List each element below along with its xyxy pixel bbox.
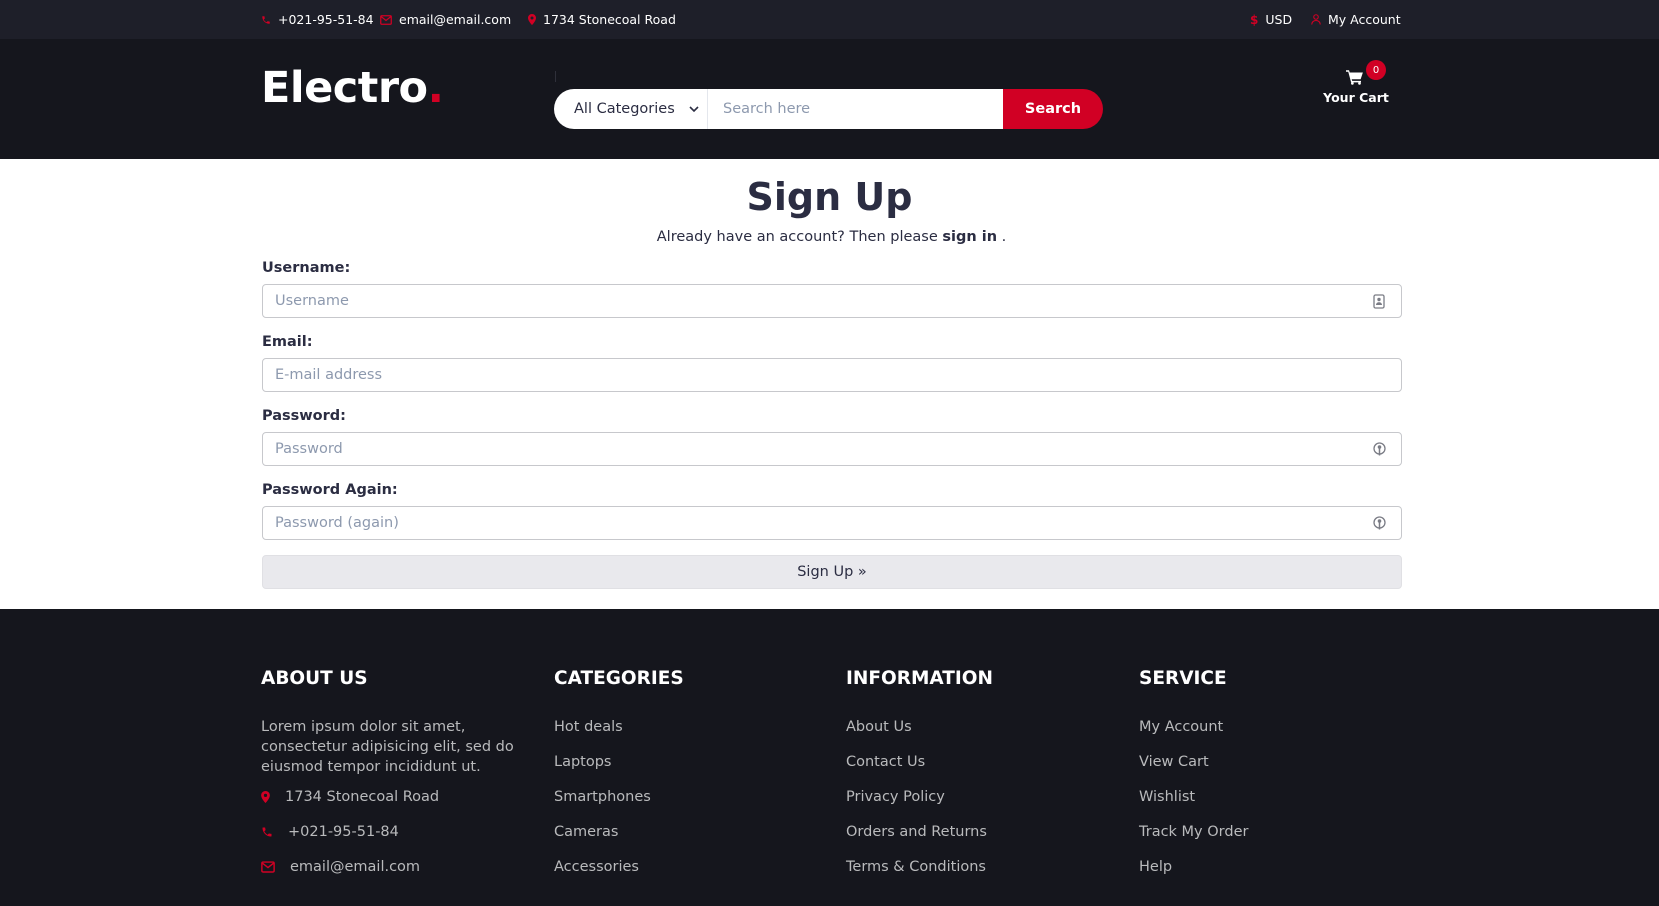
topbar-email[interactable]: email@email.com [380, 0, 511, 39]
footer-link-cameras[interactable]: Cameras [554, 824, 618, 840]
sign-in-link[interactable]: sign in [942, 229, 997, 245]
username-label: Username: [262, 260, 351, 276]
password-field[interactable]: Password [262, 432, 1402, 466]
email-placeholder: E-mail address [275, 367, 383, 383]
map-marker-icon [261, 791, 270, 803]
cart-button[interactable]: 0 Your Cart [1320, 60, 1392, 110]
footer-link-contact-us[interactable]: Contact Us [846, 754, 925, 770]
phone-icon [261, 15, 271, 25]
logo[interactable]: Electro. [261, 62, 444, 114]
category-select[interactable]: All Categories [554, 89, 708, 129]
footer-phone-text: +021-95-51-84 [288, 824, 399, 840]
search-input[interactable]: Search here [708, 89, 1003, 129]
user-icon [1311, 14, 1321, 25]
password-placeholder: Password [275, 441, 343, 457]
footer-link-orders-returns[interactable]: Orders and Returns [846, 824, 987, 840]
footer-link-wishlist[interactable]: Wishlist [1139, 789, 1195, 805]
footer-link-terms[interactable]: Terms & Conditions [846, 859, 986, 875]
signin-prompt-text: Already have an account? Then please [656, 229, 938, 245]
search-form: All Categories Search here Search [554, 89, 1103, 129]
key-icon [1371, 441, 1387, 457]
password-again-placeholder: Password (again) [275, 515, 399, 531]
footer-information-heading: INFORMATION [846, 668, 993, 689]
footer-link-smartphones[interactable]: Smartphones [554, 789, 651, 805]
text-cursor-mark [555, 71, 556, 82]
sign-up-button[interactable]: Sign Up » [262, 555, 1402, 589]
footer-link-laptops[interactable]: Laptops [554, 754, 611, 770]
cart-label: Your Cart [1323, 90, 1389, 105]
footer-link-help[interactable]: Help [1139, 859, 1172, 875]
footer-service-heading: SERVICE [1139, 668, 1227, 689]
currency-label: USD [1265, 12, 1293, 27]
topbar-email-text: email@email.com [399, 12, 512, 27]
key-icon [1371, 515, 1387, 531]
chevron-down-icon [689, 101, 699, 117]
footer-link-privacy-policy[interactable]: Privacy Policy [846, 789, 945, 805]
username-input[interactable]: Username [262, 284, 1402, 318]
topbar-address-text: 1734 Stonecoal Road [543, 12, 676, 27]
footer-link-accessories[interactable]: Accessories [554, 859, 639, 875]
contact-card-icon [1371, 293, 1387, 309]
search-placeholder: Search here [723, 101, 811, 117]
username-placeholder: Username [275, 293, 349, 309]
password-again-field[interactable]: Password (again) [262, 506, 1402, 540]
top-header: +021-95-51-84 email@email.com 1734 Stone… [0, 0, 1659, 39]
footer-email[interactable]: email@email.com [261, 859, 420, 875]
footer-about-heading: ABOUT US [261, 668, 368, 689]
footer-address[interactable]: 1734 Stonecoal Road [261, 789, 439, 805]
phone-icon [261, 826, 273, 838]
category-select-value: All Categories [574, 101, 675, 117]
topbar-phone-text: +021-95-51-84 [278, 12, 374, 27]
topbar-address[interactable]: 1734 Stonecoal Road [528, 0, 676, 39]
signin-prompt-suffix: . [1001, 229, 1007, 245]
page-title: Sign Up [746, 175, 913, 219]
email-label: Email: [262, 334, 313, 350]
cart-count-badge: 0 [1366, 60, 1386, 80]
my-account-link[interactable]: My Account [1311, 0, 1401, 39]
footer-email-text: email@email.com [290, 859, 421, 875]
email-field[interactable]: E-mail address [262, 358, 1402, 392]
footer-link-my-account[interactable]: My Account [1139, 719, 1223, 735]
footer-link-hot-deals[interactable]: Hot deals [554, 719, 623, 735]
my-account-label: My Account [1328, 12, 1401, 27]
shopping-cart-icon [1346, 69, 1364, 89]
footer-about-text: Lorem ipsum dolor sit amet, consectetur … [261, 719, 514, 775]
footer: ABOUT US Lorem ipsum dolor sit amet, con… [0, 609, 1659, 906]
footer-categories-heading: CATEGORIES [554, 668, 684, 689]
topbar-phone[interactable]: +021-95-51-84 [261, 0, 374, 39]
footer-phone[interactable]: +021-95-51-84 [261, 824, 399, 840]
dollar-icon: $ [1250, 12, 1259, 27]
signin-prompt: Already have an account? Then please sig… [0, 229, 1659, 245]
logo-text: Electro [261, 63, 428, 113]
footer-address-text: 1734 Stonecoal Road [285, 789, 440, 805]
currency-selector[interactable]: $ USD [1250, 0, 1292, 39]
search-button[interactable]: Search [1003, 89, 1103, 129]
password-again-label: Password Again: [262, 482, 398, 498]
map-marker-icon [528, 14, 536, 25]
envelope-icon [380, 14, 392, 25]
footer-link-view-cart[interactable]: View Cart [1139, 754, 1209, 770]
envelope-icon [261, 861, 275, 873]
password-label: Password: [262, 408, 346, 424]
logo-dot: . [427, 63, 444, 113]
footer-link-track-order[interactable]: Track My Order [1139, 824, 1248, 840]
footer-link-about-us[interactable]: About Us [846, 719, 912, 735]
